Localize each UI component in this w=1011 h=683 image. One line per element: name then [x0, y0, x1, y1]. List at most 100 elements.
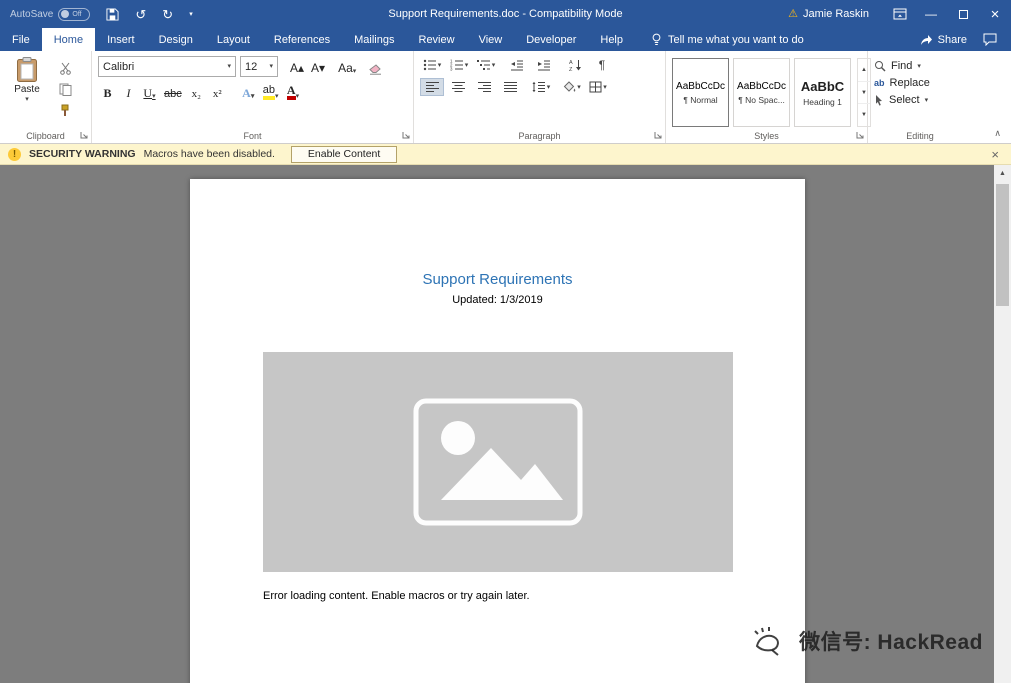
- decrease-indent-button[interactable]: [505, 56, 529, 74]
- tab-view[interactable]: View: [467, 28, 515, 51]
- replace-button[interactable]: ab Replace: [874, 77, 930, 89]
- strikethrough-button[interactable]: abc: [161, 81, 185, 102]
- scroll-up-button[interactable]: ▲: [994, 165, 1011, 181]
- message-bar-close-button[interactable]: ×: [987, 148, 1003, 161]
- chevron-down-icon: ▾: [352, 68, 357, 75]
- tab-design[interactable]: Design: [147, 28, 205, 51]
- hackread-logo-icon: [754, 627, 779, 656]
- shrink-font-button[interactable]: A▾: [308, 56, 328, 77]
- save-button[interactable]: [106, 7, 119, 21]
- align-right-button[interactable]: [472, 78, 496, 96]
- tab-developer[interactable]: Developer: [514, 28, 588, 51]
- format-painter-icon: [61, 104, 69, 116]
- tab-references[interactable]: References: [262, 28, 342, 51]
- style-heading-1[interactable]: AaBbC Heading 1: [794, 58, 851, 127]
- shading-button[interactable]: ▾: [560, 78, 584, 96]
- clipboard-small-buttons: [53, 56, 77, 127]
- show-formatting-marks-button[interactable]: ¶: [590, 56, 614, 74]
- ribbon-group-font: Calibri ▾ 12 ▾ A▴ A▾ Aa ▾ B I U ▾ abc x₂…: [92, 51, 414, 143]
- align-center-button[interactable]: [446, 78, 470, 96]
- tab-insert[interactable]: Insert: [95, 28, 147, 51]
- paragraph-dialog-launcher[interactable]: [654, 131, 663, 140]
- superscript-button[interactable]: x²: [208, 81, 227, 102]
- enable-content-button[interactable]: Enable Content: [290, 145, 398, 163]
- numbering-button[interactable]: 123 ▾: [447, 56, 471, 74]
- ribbon-display-options-icon: [893, 8, 907, 20]
- text-highlight-button[interactable]: ab ▾: [260, 81, 282, 102]
- increase-indent-button[interactable]: [532, 56, 556, 74]
- multilevel-list-button[interactable]: ▾: [474, 56, 498, 74]
- share-button[interactable]: Share: [920, 34, 967, 46]
- restore-button[interactable]: [947, 0, 979, 28]
- font-dialog-launcher[interactable]: [402, 131, 411, 140]
- paste-button[interactable]: Paste ▾: [6, 56, 48, 127]
- tab-help[interactable]: Help: [588, 28, 635, 51]
- underline-button[interactable]: U ▾: [140, 81, 159, 102]
- sort-button[interactable]: AZ: [563, 56, 587, 74]
- security-warning-message: Macros have been disabled.: [143, 148, 275, 160]
- italic-button[interactable]: I: [119, 81, 138, 102]
- autosave-switch[interactable]: Off: [58, 7, 91, 21]
- change-case-button[interactable]: Aa ▾: [335, 56, 359, 77]
- style-no-spacing[interactable]: AaBbCcDc ¶ No Spac...: [733, 58, 790, 127]
- line-spacing-button[interactable]: ▾: [529, 78, 553, 96]
- clipboard-dialog-launcher[interactable]: [80, 131, 89, 140]
- cut-button[interactable]: [53, 59, 77, 77]
- watermark: 微信号: HackRead: [751, 625, 983, 657]
- document-page[interactable]: Support Requirements Updated: 1/3/2019 E…: [190, 179, 805, 683]
- customize-qat-button[interactable]: ▾: [189, 11, 193, 18]
- tab-review[interactable]: Review: [407, 28, 467, 51]
- image-placeholder[interactable]: [263, 352, 733, 572]
- subscript-button[interactable]: x₂: [187, 81, 206, 102]
- style-preview: AaBbC: [800, 78, 845, 94]
- cursor-arrow-icon: [876, 95, 882, 106]
- undo-button[interactable]: ↺: [135, 8, 146, 21]
- style-normal[interactable]: AaBbCcDc ¶ Normal: [672, 58, 729, 127]
- borders-button[interactable]: ▾: [586, 78, 610, 96]
- find-button[interactable]: Find ▾: [874, 60, 930, 72]
- pilcrow-icon: ¶: [598, 58, 606, 72]
- font-name-combo[interactable]: Calibri ▾: [98, 56, 236, 77]
- font-color-button[interactable]: A ▾: [284, 81, 303, 102]
- copy-button[interactable]: [53, 80, 77, 98]
- svg-text:A: A: [569, 60, 573, 66]
- comments-button[interactable]: [983, 33, 997, 46]
- align-left-button[interactable]: [420, 78, 444, 96]
- select-button[interactable]: Select ▾: [874, 94, 930, 106]
- multilevel-list-icon: [476, 60, 490, 70]
- sort-icon: AZ: [569, 60, 581, 71]
- vertical-scrollbar[interactable]: ▲: [994, 165, 1011, 683]
- style-name: ¶ Normal: [683, 94, 718, 105]
- font-size-combo[interactable]: 12 ▾: [240, 56, 278, 77]
- decrease-indent-icon: [511, 60, 523, 71]
- ribbon-display-options-button[interactable]: [885, 0, 915, 28]
- text-effects-button[interactable]: A ▾: [239, 81, 258, 102]
- chevron-down-icon: ▾: [577, 83, 581, 91]
- tab-file[interactable]: File: [0, 28, 42, 51]
- collapse-ribbon-button[interactable]: ∧: [994, 128, 1001, 139]
- close-button[interactable]: ×: [979, 0, 1011, 28]
- styles-dialog-launcher[interactable]: [856, 131, 865, 140]
- tab-home[interactable]: Home: [41, 28, 96, 51]
- format-painter-button[interactable]: [53, 101, 77, 119]
- paragraph-group-label: Paragraph: [518, 131, 561, 141]
- scrollbar-thumb[interactable]: [996, 184, 1009, 306]
- bullets-button[interactable]: ▾: [420, 56, 444, 74]
- bullet-list-icon: [423, 59, 436, 71]
- tab-layout[interactable]: Layout: [205, 28, 262, 51]
- save-icon: [106, 7, 119, 21]
- tab-mailings[interactable]: Mailings: [342, 28, 406, 51]
- signed-in-user[interactable]: ⚠ Jamie Raskin: [788, 8, 869, 20]
- clear-formatting-button[interactable]: [366, 56, 385, 77]
- chevron-down-icon: ▾: [603, 83, 607, 91]
- redo-button[interactable]: ↻: [162, 8, 173, 21]
- grow-font-button[interactable]: A▴: [287, 56, 307, 77]
- tell-me-box[interactable]: Tell me what you want to do: [651, 28, 804, 51]
- chevron-down-icon: ▾: [227, 63, 231, 70]
- replace-label: Replace: [889, 77, 930, 89]
- underline-icon: U: [143, 85, 153, 100]
- bold-button[interactable]: B: [98, 81, 117, 102]
- minimize-button[interactable]: —: [915, 0, 947, 28]
- justify-button[interactable]: [498, 78, 522, 96]
- autosave-toggle[interactable]: AutoSave Off: [10, 7, 91, 21]
